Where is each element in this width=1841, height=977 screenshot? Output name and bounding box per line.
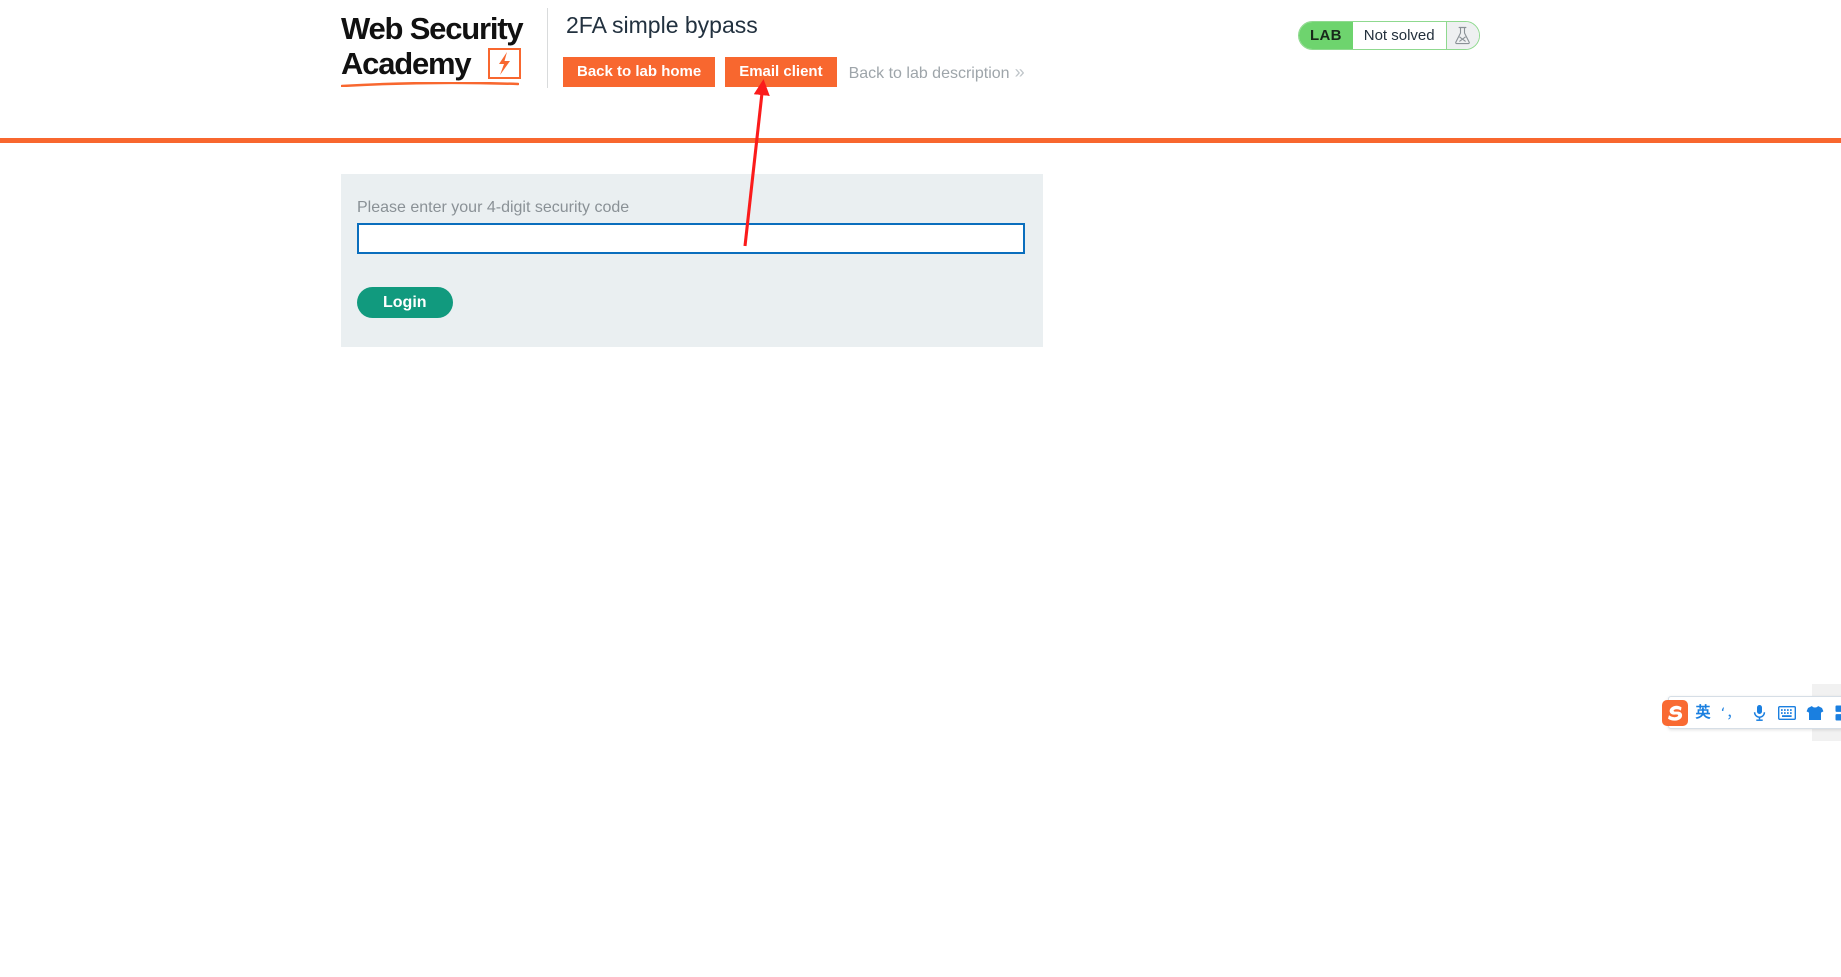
status-badge-state: Not solved [1352,22,1446,49]
security-code-input[interactable] [357,223,1025,254]
header-inner: Web Security Academy 2FA simple bypass B… [0,0,1841,143]
logo-line-2: Academy [341,46,472,81]
site-header: Web Security Academy 2FA simple bypass B… [0,0,1841,143]
input-mode-english[interactable]: 英 [1689,697,1717,728]
security-code-label: Please enter your 4-digit security code [357,199,630,216]
main-content: Please enter your 4-digit security code … [0,143,1841,977]
security-code-panel: Please enter your 4-digit security code … [341,174,1043,347]
status-badge[interactable]: LAB Not solved [1298,21,1480,50]
logo-line-1: Web Security [341,11,524,46]
voice-input-icon[interactable] [1745,697,1773,728]
double-chevron-right-icon: » [1014,61,1025,82]
sogou-logo-icon[interactable] [1660,698,1689,727]
flask-not-solved-icon[interactable] [1445,22,1479,49]
toolbox-icon[interactable] [1829,697,1841,728]
skin-center-icon[interactable] [1801,697,1829,728]
back-to-lab-home-button[interactable]: Back to lab home [563,57,716,87]
ime-toolbar[interactable]: 英 ‘， [1661,696,1841,729]
header-vertical-divider [547,8,548,88]
security-code-form: Please enter your 4-digit security code … [357,199,1027,318]
back-to-lab-description-label: Back to lab description [848,64,1010,82]
email-client-button[interactable]: Email client [725,57,837,87]
back-to-lab-description-link[interactable]: Back to lab description» [849,62,1025,83]
login-button[interactable]: Login [357,287,453,318]
soft-keyboard-icon[interactable] [1773,697,1801,728]
punctuation-mode[interactable]: ‘， [1717,697,1745,728]
web-security-academy-logo[interactable]: Web Security Academy [341,10,541,88]
logo-underline-swoosh [341,82,519,87]
input-mode-english-label: 英 [1695,703,1711,721]
lightning-bolt-icon [488,48,521,79]
status-badge-tag: LAB [1299,22,1353,49]
header-nav: Back to lab home Email client Back to la… [563,57,1025,87]
punctuation-mode-label: ‘， [1720,705,1742,722]
page-title: 2FA simple bypass [566,12,758,38]
